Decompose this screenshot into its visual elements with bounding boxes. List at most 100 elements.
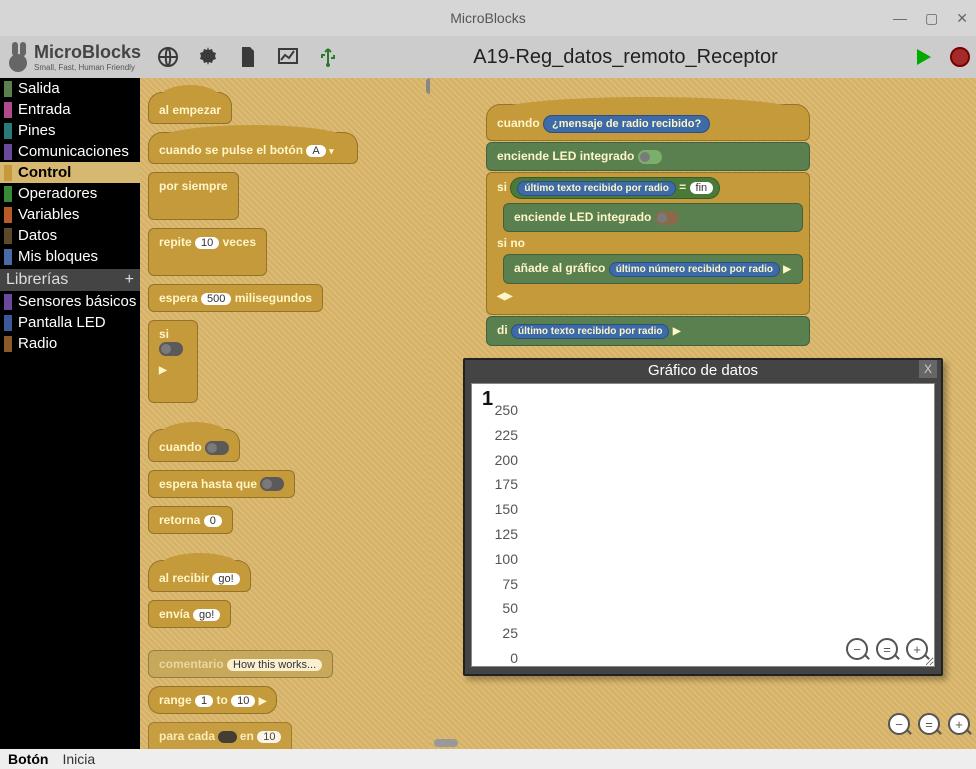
reporter-ultimo-numero[interactable]: último número recibido por radio (609, 262, 780, 277)
category-label: Entrada (18, 101, 71, 118)
script-di[interactable]: di último texto recibido por radio ▶ (486, 316, 810, 346)
y-tick-label: 250 (495, 402, 518, 418)
file-icon[interactable] (235, 44, 261, 70)
receive-msg-input[interactable]: go! (212, 573, 239, 585)
script-cuando-hat[interactable]: cuando ¿mensaje de radio recibido? (486, 104, 810, 141)
category-comunicaciones[interactable]: Comunicaciones (0, 141, 140, 162)
category-control[interactable]: Control (0, 162, 140, 183)
reporter-equals[interactable]: último texto recibido por radio = fin (510, 177, 720, 199)
repeat-count-input[interactable]: 10 (195, 237, 219, 249)
send-msg-input[interactable]: go! (193, 609, 220, 621)
category-swatch (4, 207, 12, 223)
reporter-ultimo-texto[interactable]: último texto recibido por radio (517, 181, 675, 196)
if-condition-slot[interactable] (159, 342, 183, 356)
block-cuando[interactable]: cuando (148, 429, 240, 462)
y-tick-label: 150 (495, 501, 518, 517)
reporter-ultimo-texto-2[interactable]: último texto recibido por radio (511, 324, 669, 339)
category-variables[interactable]: Variables (0, 204, 140, 225)
block-for-each[interactable]: para cada en 10 (148, 722, 292, 749)
for-each-var[interactable] (218, 731, 236, 743)
graph-zoom-in-button[interactable]: + (906, 638, 928, 660)
library-radio[interactable]: Radio (0, 333, 140, 354)
block-cuando-boton[interactable]: cuando se pulse el botón A ▾ (148, 132, 358, 164)
script-led-on-1[interactable]: enciende LED integrado (486, 142, 810, 171)
library-pantalla-led[interactable]: Pantalla LED (0, 312, 140, 333)
canvas-zoom-out-button[interactable]: − (888, 713, 910, 735)
bunny-icon (6, 42, 30, 72)
graph-close-button[interactable]: X (919, 360, 937, 378)
block-al-empezar[interactable]: al empezar (148, 92, 232, 124)
category-datos[interactable]: Datos (0, 225, 140, 246)
led-state-2[interactable] (655, 211, 679, 225)
graph-y-axis: 2502252001751501251007550250 (480, 410, 520, 658)
window-maximize-button[interactable]: ▢ (925, 10, 938, 27)
script-anade-grafico[interactable]: añade al gráfico último número recibido … (503, 254, 803, 284)
block-comentario[interactable]: comentario How this works... (148, 650, 333, 678)
reporter-mensaje-recibido[interactable]: ¿mensaje de radio recibido? (543, 115, 710, 133)
category-label: Comunicaciones (18, 143, 129, 160)
fin-literal[interactable]: fin (690, 182, 714, 194)
for-each-list-input[interactable]: 10 (257, 731, 281, 743)
return-value-input[interactable]: 0 (204, 515, 222, 527)
block-por-siempre[interactable]: por siempre (148, 172, 239, 220)
graph-x-current: 1 (482, 388, 493, 411)
window-close-button[interactable]: ✕ (956, 10, 968, 27)
category-label: Control (18, 164, 71, 181)
block-repite[interactable]: repite 10 veces (148, 228, 267, 276)
block-range[interactable]: range 1 to 10 ▶ (148, 686, 277, 714)
script-main[interactable]: cuando ¿mensaje de radio recibido? encie… (486, 104, 810, 347)
run-button[interactable] (910, 44, 936, 70)
graph-zoom-out-button[interactable]: − (846, 638, 868, 660)
led-state-1[interactable] (638, 150, 662, 164)
scripts-hscrollbar[interactable] (434, 739, 458, 747)
status-bar: Botón Inicia (0, 749, 976, 769)
category-operadores[interactable]: Operadores (0, 183, 140, 204)
graph-title[interactable]: Gráfico de datos X (465, 360, 941, 381)
category-entrada[interactable]: Entrada (0, 99, 140, 120)
stop-button[interactable] (950, 47, 970, 67)
comment-text-input[interactable]: How this works... (227, 659, 322, 671)
canvas-zoom-in-button[interactable]: + (948, 713, 970, 735)
y-tick-label: 175 (495, 476, 518, 492)
y-tick-label: 225 (495, 427, 518, 443)
block-retorna[interactable]: retorna 0 (148, 506, 233, 534)
library-label: Sensores básicos (18, 293, 136, 310)
category-swatch (4, 228, 12, 244)
block-espera-hasta[interactable]: espera hasta que (148, 470, 295, 499)
category-salida[interactable]: Salida (0, 78, 140, 99)
when-condition-slot[interactable] (205, 441, 229, 455)
status-boton: Botón (8, 751, 48, 767)
range-to-input[interactable]: 10 (231, 695, 255, 707)
canvas-zoom-reset-button[interactable]: = (918, 713, 940, 735)
block-al-recibir[interactable]: al recibir go! (148, 560, 251, 592)
add-library-button[interactable]: + (125, 271, 134, 289)
y-tick-label: 200 (495, 452, 518, 468)
graph-zoom-reset-button[interactable]: = (876, 638, 898, 660)
category-mis bloques[interactable]: Mis bloques (0, 246, 140, 267)
block-palette[interactable]: al empezar cuando se pulse el botón A ▾ … (140, 78, 430, 749)
wait-until-slot[interactable] (260, 477, 284, 491)
category-swatch (4, 81, 12, 97)
script-si[interactable]: si último texto recibido por radio = fin… (486, 172, 810, 315)
range-from-input[interactable]: 1 (195, 695, 213, 707)
graph-panel[interactable]: Gráfico de datos X 1 2502252001751501251… (463, 358, 943, 676)
library-sensores-básicos[interactable]: Sensores básicos (0, 291, 140, 312)
logo-tagline: Small, Fast, Human Friendly (34, 63, 141, 72)
category-pines[interactable]: Pines (0, 120, 140, 141)
libraries-label: Librerías (6, 271, 68, 289)
libraries-header[interactable]: Librerías + (0, 269, 140, 291)
button-selector[interactable]: A (306, 145, 325, 157)
library-swatch (4, 336, 12, 352)
usb-connect-icon[interactable] (315, 44, 341, 70)
window-minimize-button[interactable]: — (893, 10, 907, 27)
category-swatch (4, 102, 12, 118)
gear-icon[interactable] (195, 44, 221, 70)
block-envia[interactable]: envía go! (148, 600, 231, 628)
block-espera[interactable]: espera 500 milisegundos (148, 284, 323, 312)
wait-ms-input[interactable]: 500 (201, 293, 231, 305)
category-label: Variables (18, 206, 79, 223)
script-led-on-2[interactable]: enciende LED integrado (503, 203, 803, 232)
graph-icon[interactable] (275, 44, 301, 70)
language-icon[interactable] (155, 44, 181, 70)
block-si[interactable]: si ▶ (148, 320, 198, 403)
